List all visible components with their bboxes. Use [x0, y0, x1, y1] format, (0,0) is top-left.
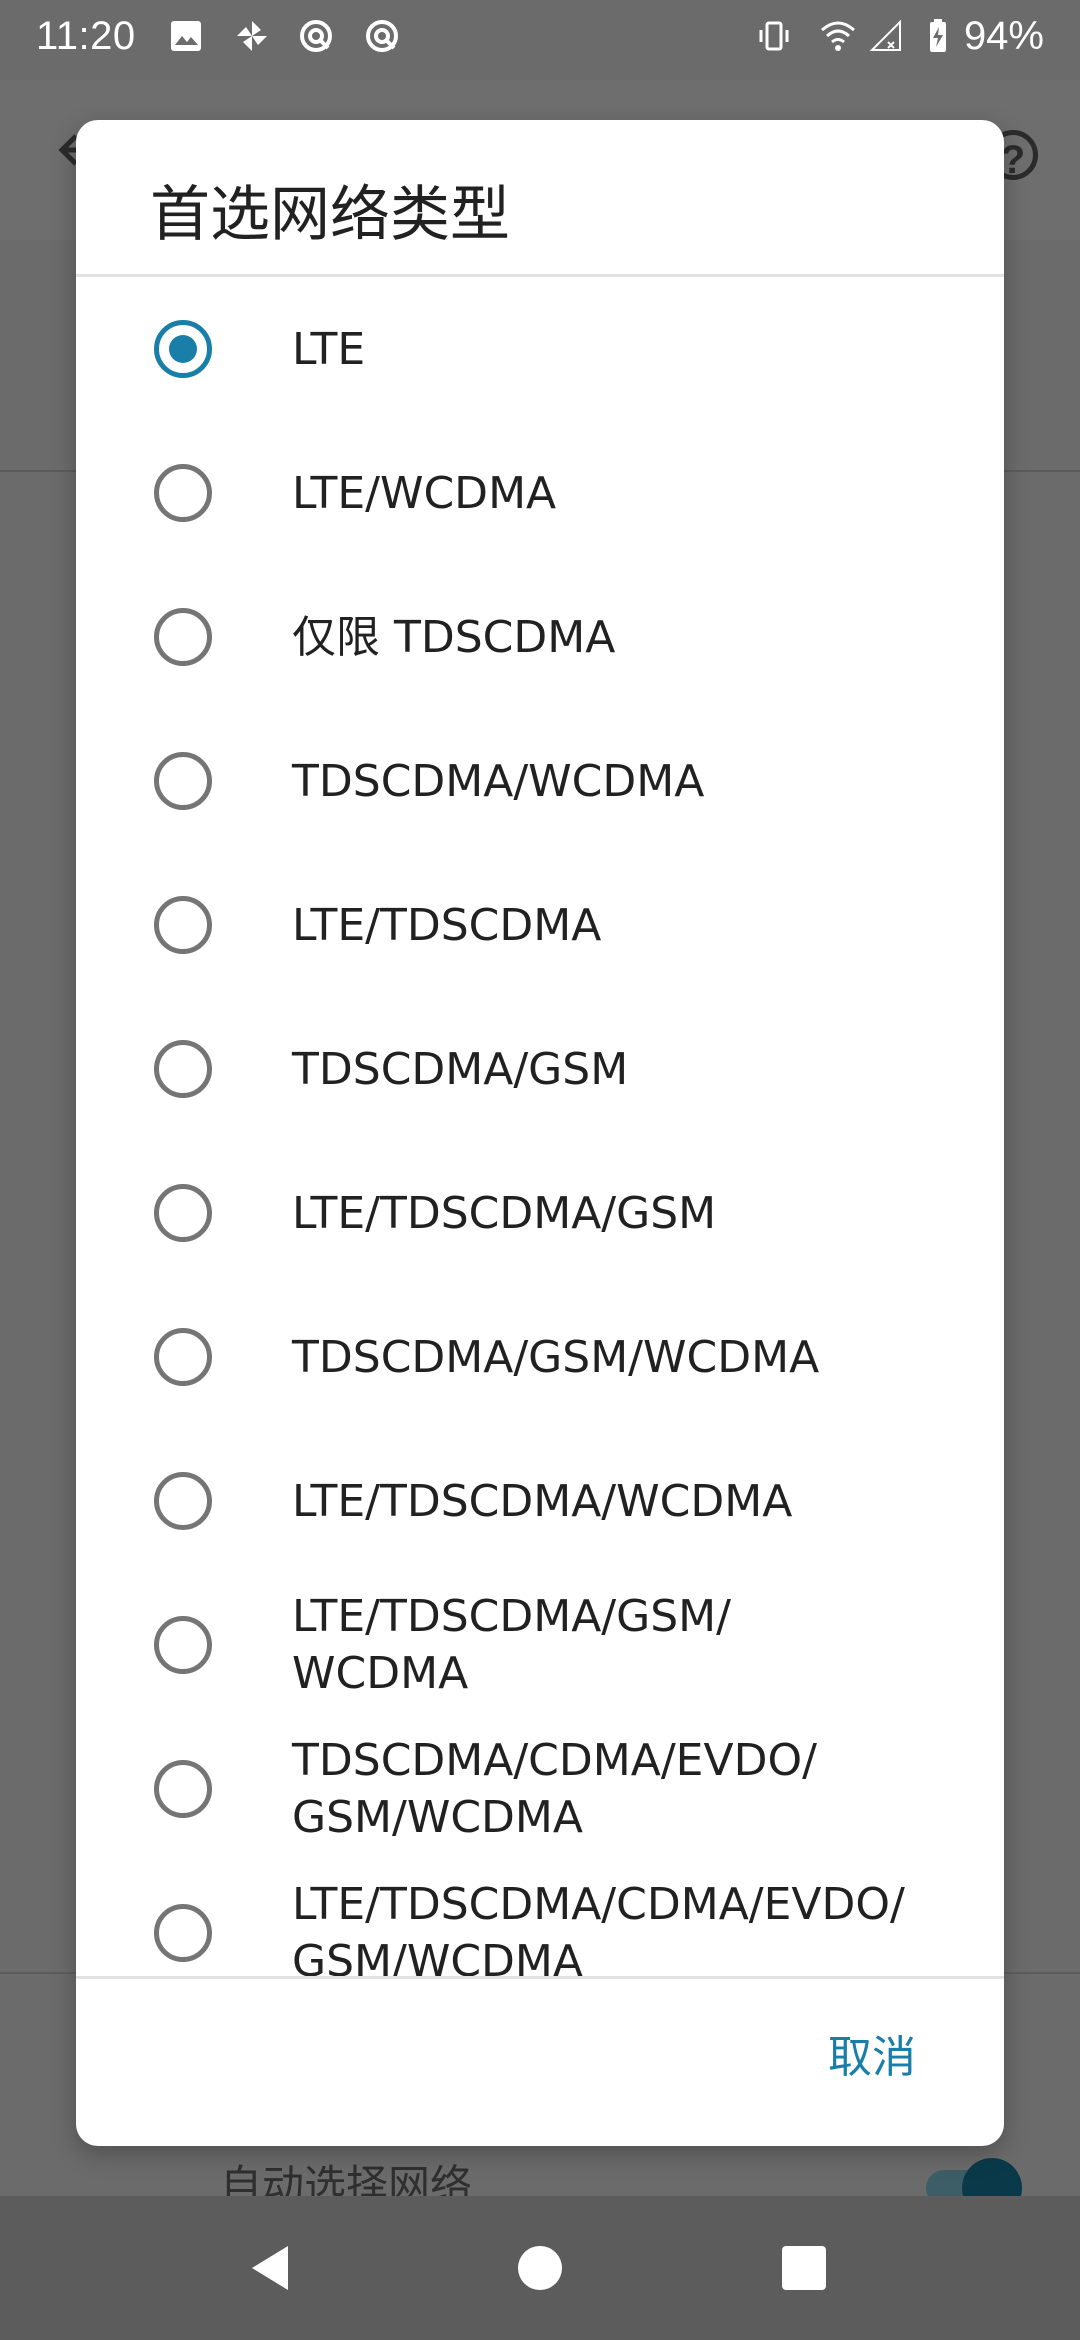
- radio-button[interactable]: [154, 1184, 212, 1242]
- option-label: LTE/TDSCDMA: [292, 899, 602, 951]
- radio-button[interactable]: [154, 1472, 212, 1530]
- image-icon: [171, 21, 201, 51]
- vpn-key-icon: [366, 20, 398, 52]
- option-label: LTE: [292, 323, 366, 375]
- option-tdscdma-gsm[interactable]: TDSCDMA/GSM: [76, 997, 1004, 1141]
- option-label: LTE/WCDMA: [292, 467, 557, 519]
- vpn-key-icon: [300, 20, 332, 52]
- option-label: LTE/TDSCDMA/GSM/ WCDMA: [292, 1591, 731, 1699]
- option-lte-tdscdma-wcdma[interactable]: LTE/TDSCDMA/WCDMA: [76, 1429, 1004, 1573]
- option-tdscdma-cdma-evdo-gsm-wcdma[interactable]: TDSCDMA/CDMA/EVDO/ GSM/WCDMA: [76, 1717, 1004, 1861]
- cancel-button[interactable]: 取消: [820, 2018, 924, 2098]
- battery-percent: 94%: [963, 14, 1044, 58]
- radio-button[interactable]: [154, 1040, 212, 1098]
- option-label: LTE/TDSCDMA/GSM: [292, 1187, 717, 1239]
- option-label: TDSCDMA/GSM/WCDMA: [292, 1331, 820, 1383]
- radio-button[interactable]: [154, 1328, 212, 1386]
- option-lte-wcdma[interactable]: LTE/WCDMA: [76, 421, 1004, 565]
- pinwheel-icon: [237, 21, 267, 51]
- radio-button[interactable]: [154, 320, 212, 378]
- radio-button[interactable]: [154, 1904, 212, 1962]
- radio-button[interactable]: [154, 464, 212, 522]
- wifi-icon: [821, 21, 855, 51]
- option-lte-tdscdma-gsm[interactable]: LTE/TDSCDMA/GSM: [76, 1141, 1004, 1285]
- radio-button[interactable]: [154, 1616, 212, 1674]
- option-tdscdma-only[interactable]: 仅限 TDSCDMA: [76, 565, 1004, 709]
- radio-button[interactable]: [154, 896, 212, 954]
- option-label: 仅限 TDSCDMA: [292, 611, 616, 663]
- option-lte-tdscdma-gsm-wcdma[interactable]: LTE/TDSCDMA/GSM/ WCDMA: [76, 1573, 1004, 1717]
- option-label: LTE/TDSCDMA/WCDMA: [292, 1475, 793, 1527]
- vibrate-icon: [759, 21, 789, 51]
- radio-button[interactable]: [154, 1760, 212, 1818]
- navigation-bar: [0, 2196, 1080, 2340]
- radio-button[interactable]: [154, 752, 212, 810]
- option-label: TDSCDMA/WCDMA: [292, 755, 705, 807]
- network-type-options-list[interactable]: LTE LTE/WCDMA 仅限 TDSCDMA TDSCDMA/WCDMA L…: [76, 277, 1004, 1976]
- option-label: TDSCDMA/GSM: [292, 1043, 629, 1095]
- status-bar: 11:20 94%: [0, 0, 1080, 72]
- radio-button[interactable]: [154, 608, 212, 666]
- status-time: 11:20: [36, 14, 136, 58]
- recents-icon[interactable]: [772, 2236, 836, 2300]
- option-lte-tdscdma-cdma-evdo-gsm-wcdma[interactable]: LTE/TDSCDMA/CDMA/EVDO/ GSM/WCDMA: [76, 1861, 1004, 1976]
- option-tdscdma-wcdma[interactable]: TDSCDMA/WCDMA: [76, 709, 1004, 853]
- signal-icon: [869, 19, 901, 51]
- battery-charging-icon: [930, 19, 946, 52]
- option-label: LTE/TDSCDMA/CDMA/EVDO/ GSM/WCDMA: [292, 1879, 905, 1976]
- back-icon[interactable]: [240, 2236, 304, 2300]
- dialog-divider-bottom: [76, 1976, 1004, 1979]
- home-icon[interactable]: [508, 2236, 572, 2300]
- option-lte-tdscdma[interactable]: LTE/TDSCDMA: [76, 853, 1004, 997]
- dialog-title: 首选网络类型: [150, 180, 510, 250]
- option-lte[interactable]: LTE: [76, 277, 1004, 421]
- option-tdscdma-gsm-wcdma[interactable]: TDSCDMA/GSM/WCDMA: [76, 1285, 1004, 1429]
- preferred-network-type-dialog: 首选网络类型 LTE LTE/WCDMA 仅限 TDSCDMA TDSCDMA/…: [76, 120, 1004, 2146]
- option-label: TDSCDMA/CDMA/EVDO/ GSM/WCDMA: [292, 1735, 817, 1843]
